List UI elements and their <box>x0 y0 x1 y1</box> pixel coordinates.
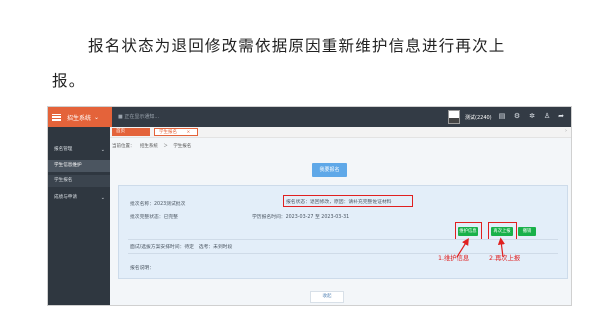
sidebar-item-label: 报名管理 <box>54 147 73 152</box>
chevron-down-icon: ⌄ <box>94 113 100 121</box>
tab-bar: 首页 学生报名 × › <box>110 127 571 138</box>
system-name: 招生系统 <box>67 114 92 122</box>
cancel-button[interactable]: 撤销 <box>518 227 536 236</box>
document-paragraph-line2: 报。 <box>52 72 86 90</box>
tab-home[interactable]: 首页 <box>112 128 150 136</box>
document-icon[interactable]: ▤ <box>498 112 506 120</box>
batch-name: 批次名称：2023测试批次 <box>130 202 186 207</box>
tab-student-enroll[interactable]: 学生报名 × <box>154 128 198 136</box>
collapse-tab[interactable]: 收起 <box>310 291 344 303</box>
avatar[interactable] <box>448 110 460 124</box>
sidebar-item-student-info[interactable]: 学生信息维护 <box>48 160 110 172</box>
chevron-down-icon: ⌄ <box>100 195 105 201</box>
sidebar-item-label: 学生信息维护 <box>54 163 82 168</box>
divider <box>128 239 558 240</box>
breadcrumb-prefix: 当前位置： <box>112 144 135 149</box>
notice-marquee: ■ 正在显示通知... <box>118 114 160 120</box>
user-icon[interactable]: ♙ <box>543 112 551 120</box>
resubmit-highlight-box <box>488 222 517 240</box>
top-bar: 招生系统 ⌄ ■ 正在显示通知... 测试(2240) ▤ ⚙ ✲ ♙ ➦ <box>48 107 571 127</box>
annotation-maintain: 1.维护信息 <box>438 255 470 262</box>
sidebar: 报名管理 ⌄ 学生信息维护 学生报名 成绩与申请 ⌄ <box>48 127 110 305</box>
breadcrumb-separator: ＞ <box>163 144 168 149</box>
maintain-highlight-box <box>455 222 482 240</box>
breadcrumb-item: 学生报名 <box>173 144 192 149</box>
tab-label: 学生报名 <box>159 130 177 135</box>
sidebar-item-label: 学生报名 <box>54 178 73 183</box>
hamburger-icon <box>52 113 61 121</box>
chevron-down-icon: ⌄ <box>100 147 105 153</box>
go-enroll-button[interactable]: 我要报名 <box>312 163 347 177</box>
settings-icon[interactable]: ✲ <box>528 112 536 120</box>
status-highlight-box <box>283 195 413 207</box>
sidebar-item-student-enroll[interactable]: 学生报名 <box>48 175 110 187</box>
annotation-resubmit: 2.再次上报 <box>489 255 521 262</box>
breadcrumb: 当前位置： 招生系统 ＞ 学生报名 <box>112 143 195 149</box>
gear-icon[interactable]: ⚙ <box>513 112 521 120</box>
exam-info: 面试/选拔方案安排时间：待定 选考：未到时段 <box>130 245 233 250</box>
document-paragraph-line1: 报名状态为退回修改需依据原因重新维护信息进行再次上 <box>88 37 506 55</box>
breadcrumb-item[interactable]: 招生系统 <box>140 144 158 149</box>
close-icon[interactable]: × <box>186 130 190 135</box>
app-screenshot: 招生系统 ⌄ ■ 正在显示通知... 测试(2240) ▤ ⚙ ✲ ♙ ➦ 报名… <box>47 106 572 306</box>
share-icon[interactable]: ➦ <box>557 112 565 120</box>
sidebar-item-label: 成绩与申请 <box>54 195 77 200</box>
enroll-time: 学历报名时间：2023-03-27 至 2023-03-31 <box>252 215 350 220</box>
sidebar-item-score-apply[interactable]: 成绩与申请 ⌄ <box>48 192 110 204</box>
enroll-reason: 报名说明： <box>130 266 154 271</box>
sidebar-item-enroll-manage[interactable]: 报名管理 ⌄ <box>48 144 110 156</box>
chevron-right-icon[interactable]: › <box>565 128 567 134</box>
username[interactable]: 测试(2240) <box>465 114 492 121</box>
menu-toggle-button[interactable]: 招生系统 ⌄ <box>48 107 112 127</box>
batch-complete-status: 批次完整状态：已完整 <box>130 215 178 220</box>
